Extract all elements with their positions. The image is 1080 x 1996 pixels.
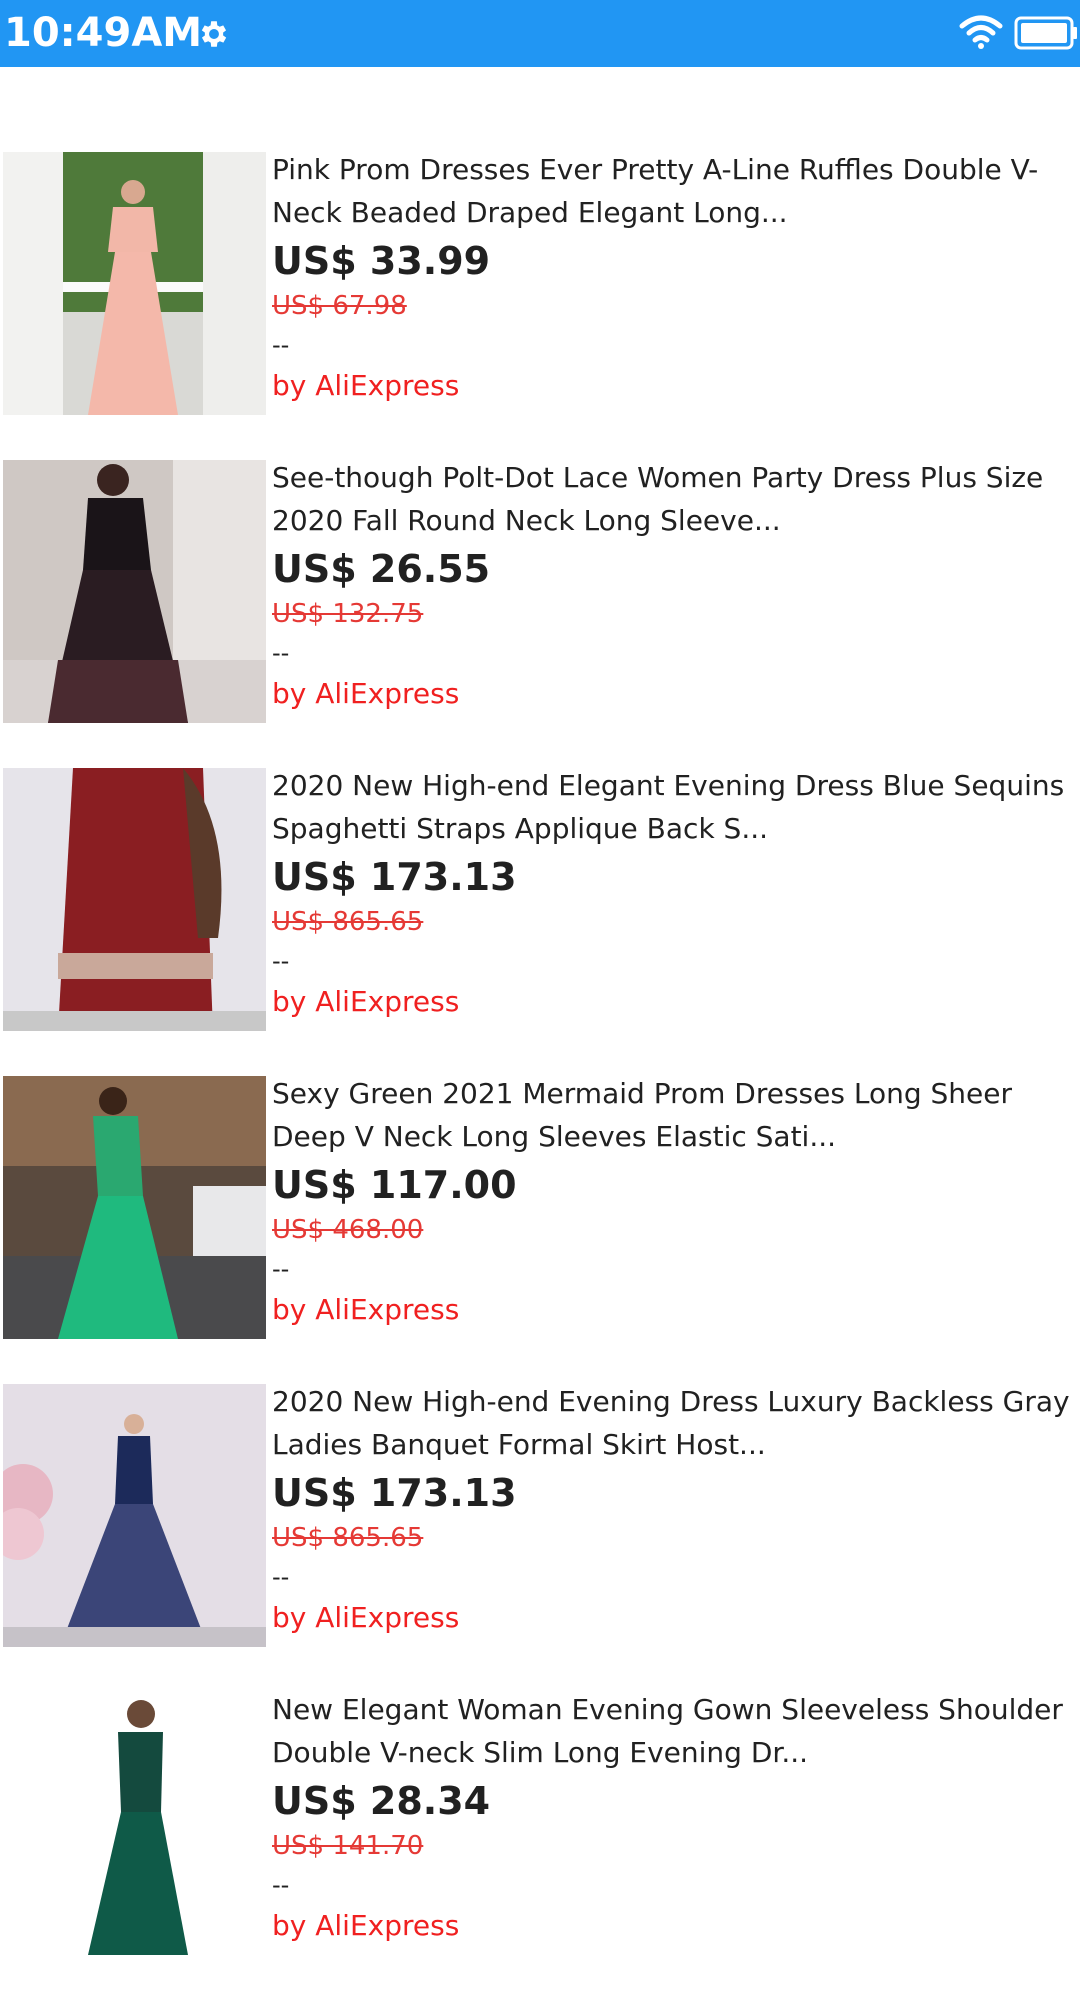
product-seller[interactable]: by AliExpress <box>272 1288 1072 1332</box>
product-price: US$ 173.13 <box>272 855 517 899</box>
product-rating: -- <box>272 639 290 667</box>
product-info: New Elegant Woman Evening Gown Sleeveles… <box>272 1688 1072 1948</box>
product-title[interactable]: New Elegant Woman Evening Gown Sleeveles… <box>272 1688 1072 1774</box>
product-info: Pink Prom Dresses Ever Pretty A-Line Ruf… <box>272 148 1072 408</box>
product-price: US$ 117.00 <box>272 1163 517 1207</box>
product-old-price: US$ 141.70 <box>272 1831 424 1861</box>
status-time: 10:49AM <box>4 10 203 56</box>
product-rating: -- <box>272 1871 290 1899</box>
product-image[interactable] <box>3 1692 266 1955</box>
product-seller[interactable]: by AliExpress <box>272 980 1072 1024</box>
product-item[interactable]: Sexy Green 2021 Mermaid Prom Dresses Lon… <box>0 1072 1080 1380</box>
product-rating: -- <box>272 331 290 359</box>
product-rating: -- <box>272 1255 290 1283</box>
product-old-price: US$ 865.65 <box>272 1523 424 1553</box>
product-rating: -- <box>272 947 290 975</box>
product-title[interactable]: 2020 New High-end Elegant Evening Dress … <box>272 764 1072 850</box>
product-image[interactable] <box>3 1384 266 1647</box>
product-item[interactable]: New Elegant Woman Evening Gown Sleeveles… <box>0 1688 1080 1996</box>
product-image[interactable] <box>3 1076 266 1339</box>
product-rating: -- <box>272 1563 290 1591</box>
product-seller[interactable]: by AliExpress <box>272 364 1072 408</box>
product-title[interactable]: Pink Prom Dresses Ever Pretty A-Line Ruf… <box>272 148 1072 234</box>
product-price: US$ 26.55 <box>272 547 491 591</box>
product-old-price: US$ 865.65 <box>272 907 424 937</box>
product-seller[interactable]: by AliExpress <box>272 1904 1072 1948</box>
product-seller[interactable]: by AliExpress <box>272 1596 1072 1640</box>
product-title[interactable]: 2020 New High-end Evening Dress Luxury B… <box>272 1380 1072 1466</box>
status-bar: 10:49AM <box>0 0 1080 67</box>
product-price: US$ 173.13 <box>272 1471 517 1515</box>
product-price: US$ 33.99 <box>272 239 491 283</box>
product-item[interactable]: 2020 New High-end Evening Dress Luxury B… <box>0 1380 1080 1688</box>
product-info: See-though Polt-Dot Lace Women Party Dre… <box>272 456 1072 716</box>
product-image[interactable] <box>3 152 266 415</box>
wifi-icon <box>959 15 1003 49</box>
product-old-price: US$ 132.75 <box>272 599 424 629</box>
product-title[interactable]: See-though Polt-Dot Lace Women Party Dre… <box>272 456 1072 542</box>
product-old-price: US$ 468.00 <box>272 1215 424 1245</box>
product-title[interactable]: Sexy Green 2021 Mermaid Prom Dresses Lon… <box>272 1072 1072 1158</box>
battery-icon <box>1014 16 1077 50</box>
product-image[interactable] <box>3 460 266 723</box>
product-price: US$ 28.34 <box>272 1779 491 1823</box>
product-info: Sexy Green 2021 Mermaid Prom Dresses Lon… <box>272 1072 1072 1332</box>
product-old-price: US$ 67.98 <box>272 291 407 321</box>
product-item[interactable]: See-though Polt-Dot Lace Women Party Dre… <box>0 456 1080 764</box>
product-item[interactable]: Pink Prom Dresses Ever Pretty A-Line Ruf… <box>0 148 1080 456</box>
product-image[interactable] <box>3 768 266 1031</box>
product-seller[interactable]: by AliExpress <box>272 672 1072 716</box>
product-info: 2020 New High-end Elegant Evening Dress … <box>272 764 1072 1024</box>
product-item[interactable]: 2020 New High-end Elegant Evening Dress … <box>0 764 1080 1072</box>
gear-icon <box>201 21 227 47</box>
product-info: 2020 New High-end Evening Dress Luxury B… <box>272 1380 1072 1640</box>
